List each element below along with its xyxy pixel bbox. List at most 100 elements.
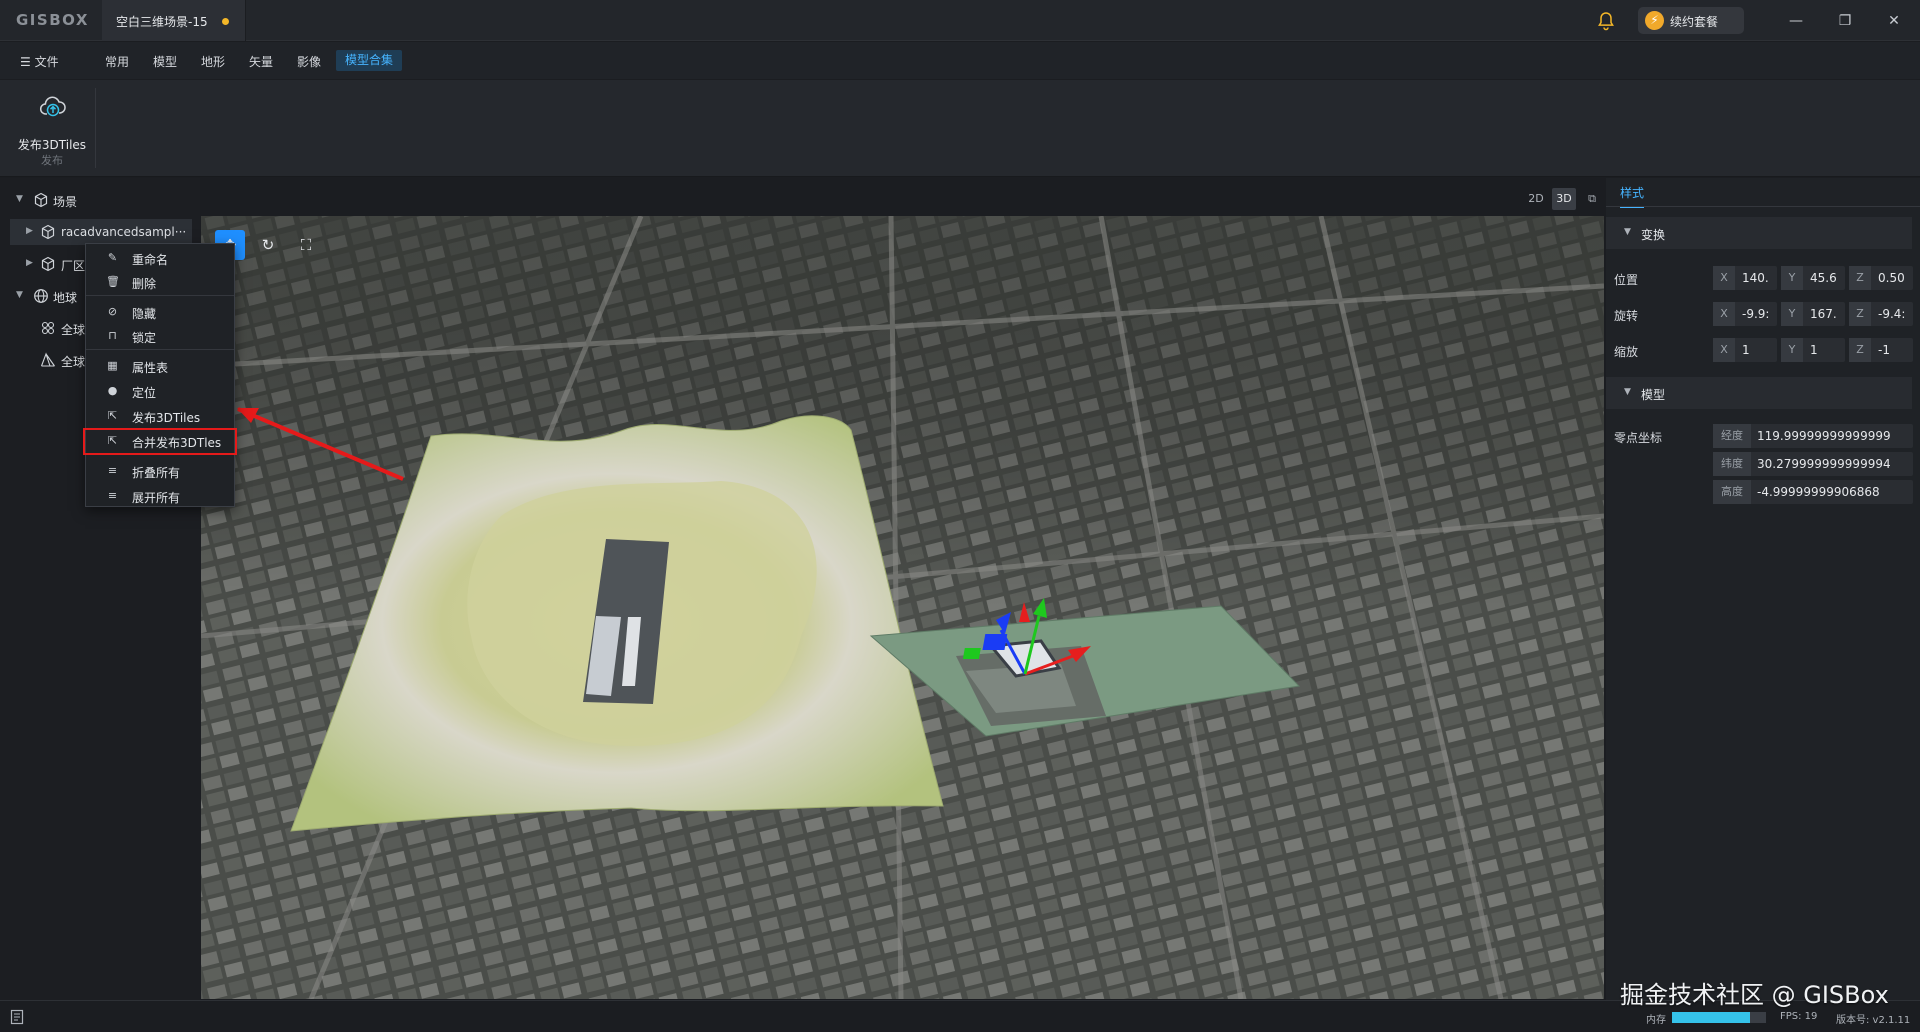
collapse-icon: ▼: [1624, 387, 1631, 397]
document-tab[interactable]: 空白三维场景-15: [102, 0, 246, 41]
hamburger-icon: ☰: [20, 55, 35, 69]
context-menu-item-lock[interactable]: ⊓ 锁定: [86, 324, 234, 348]
position-y-input[interactable]: Y 45.6: [1781, 266, 1845, 290]
memory-usage-bar: [1672, 1012, 1766, 1023]
context-menu-item-collapse-all[interactable]: ≡ 折叠所有: [86, 459, 234, 483]
watermark: 掘金技术社区 @ GISBox: [1620, 981, 1889, 1009]
longitude-input[interactable]: 经度 119.99999999999999: [1713, 424, 1913, 448]
rotation-x-input[interactable]: X -9.9:: [1713, 302, 1777, 326]
3d-viewport[interactable]: ✥ ↻ ⛶: [201, 216, 1604, 999]
lock-icon: ⊓: [108, 329, 117, 342]
rotate-tool-icon[interactable]: ↻: [253, 230, 283, 260]
location-pin-icon: ●: [107, 384, 118, 397]
altitude-input[interactable]: 高度 -4.99999999906868: [1713, 480, 1913, 504]
trash-icon: 🗑: [106, 275, 120, 288]
eye-off-icon: ⊘: [107, 305, 118, 318]
latitude-input[interactable]: 纬度 30.279999999999994: [1713, 452, 1913, 476]
context-menu-item-hide[interactable]: ⊘ 隐藏: [86, 300, 234, 324]
field-value: 167.: [1810, 307, 1837, 321]
app-logo: GISBOX: [16, 11, 89, 29]
menu-model-collection[interactable]: 模型合集: [336, 50, 403, 71]
context-menu-label: 合并发布3DTles: [132, 436, 222, 450]
ribbon-divider: [95, 88, 96, 168]
tab-style[interactable]: 样式: [1620, 184, 1645, 208]
menu-imagery[interactable]: 影像: [297, 52, 321, 72]
renew-plan-label: 续约套餐: [1670, 15, 1719, 29]
origin-coordinate-label: 零点坐标: [1614, 431, 1663, 445]
tree-item-model-racadvanced[interactable]: ▶ racadvancedsampl···: [10, 219, 192, 245]
unsaved-indicator: [222, 18, 229, 25]
menu-terrain[interactable]: 地形: [201, 52, 225, 72]
scale-y-input[interactable]: Y1: [1781, 338, 1845, 362]
field-value: 45.6: [1810, 271, 1837, 285]
publish-3dtiles-button[interactable]: 发布3DTiles: [12, 90, 92, 152]
tab-divider: [1606, 206, 1920, 207]
scale-tool-icon[interactable]: ⛶: [291, 230, 321, 260]
field-value: -9.9:: [1742, 307, 1770, 321]
scale-z-input[interactable]: Z -1: [1849, 338, 1913, 362]
context-menu-label: 折叠所有: [132, 466, 181, 480]
context-menu-item-merge-publish-3dtiles[interactable]: ⇱ 合并发布3DTles: [86, 429, 234, 453]
rotation-y-input[interactable]: Y 167.: [1781, 302, 1845, 326]
publish-3dtiles-label: 发布3DTiles: [17, 138, 87, 152]
expand-down-icon[interactable]: ▼: [16, 194, 23, 204]
split-view-icon[interactable]: ⧉: [1580, 188, 1604, 210]
context-menu-item-delete[interactable]: 🗑 删除: [86, 270, 234, 294]
cube-icon: [34, 192, 48, 208]
restore-icon[interactable]: ❐: [1833, 9, 1857, 33]
context-menu-item-publish-3dtiles[interactable]: ⇱ 发布3DTiles: [86, 404, 234, 428]
position-z-input[interactable]: Z 0.50: [1849, 266, 1913, 290]
context-menu-label: 删除: [132, 277, 157, 291]
list-icon: ≡: [107, 489, 118, 502]
notification-bell-icon[interactable]: [1595, 10, 1617, 32]
context-menu: ✎ 重命名 🗑 删除 ⊘ 隐藏 ⊓ 锁定 ▦ 属性表 ● 定位 ⇱ 发布3DTiles ⇱ 合并…: [85, 243, 235, 507]
axis-label: Z: [1849, 266, 1871, 290]
section-transform[interactable]: ▼ 变换: [1606, 217, 1912, 249]
context-menu-item-rename[interactable]: ✎ 重命名: [86, 246, 234, 270]
field-value: -1: [1878, 343, 1890, 357]
renew-plan-button[interactable]: ⚡ 续约套餐: [1638, 7, 1744, 34]
export-icon: ⇱: [107, 409, 118, 422]
context-menu-label: 发布3DTiles: [132, 411, 201, 425]
tree-item-label: 全球: [61, 355, 86, 369]
context-menu-label: 锁定: [132, 331, 157, 345]
tree-item-label: 全球: [61, 323, 86, 337]
log-icon[interactable]: [10, 1009, 24, 1025]
menu-common[interactable]: 常用: [105, 52, 129, 72]
axis-label: Y: [1781, 338, 1803, 362]
expand-right-icon[interactable]: ▶: [26, 226, 33, 236]
position-x-input[interactable]: X 140.: [1713, 266, 1777, 290]
rotation-z-input[interactable]: Z -9.4:: [1849, 302, 1913, 326]
view-mode-3d[interactable]: 3D: [1552, 188, 1576, 210]
close-icon[interactable]: ✕: [1882, 9, 1906, 33]
imagery-layer-icon: [41, 321, 55, 335]
menu-model[interactable]: 模型: [153, 52, 177, 72]
ribbon-toolbar: 发布3DTiles 发布: [0, 80, 1920, 177]
scale-x-input[interactable]: X1: [1713, 338, 1777, 362]
file-menu[interactable]: ☰ 文件: [20, 52, 59, 72]
context-menu-item-expand-all[interactable]: ≡ 展开所有: [86, 484, 234, 508]
view-mode-2d[interactable]: 2D: [1524, 188, 1548, 210]
context-menu-item-attribute-table[interactable]: ▦ 属性表: [86, 354, 234, 378]
context-menu-label: 重命名: [132, 253, 169, 267]
version-label: 版本号: v2.1.11: [1836, 1015, 1911, 1026]
tree-item-label: 厂区: [61, 259, 86, 273]
axis-label: Z: [1849, 302, 1871, 326]
expand-right-icon[interactable]: ▶: [26, 258, 33, 268]
field-value: 140.: [1742, 271, 1769, 285]
properties-panel: 样式 ▼ 变换 位置 X 140. Y 45.6 Z 0.50 旋转 X -9.9: Y…: [1606, 178, 1920, 1000]
context-menu-item-locate[interactable]: ● 定位: [86, 379, 234, 403]
context-menu-divider: [86, 349, 234, 350]
title-bar: GISBOX 空白三维场景-15 ⚡ 续约套餐 — ❐ ✕: [0, 0, 1920, 41]
expand-down-icon[interactable]: ▼: [16, 290, 23, 300]
menu-vector[interactable]: 矢量: [249, 52, 273, 72]
scale-label: 缩放: [1614, 345, 1639, 359]
field-label: 经度: [1713, 424, 1751, 448]
field-label: 高度: [1713, 480, 1751, 504]
tree-item-scene[interactable]: ▼ 场景: [0, 187, 200, 213]
context-menu-label: 定位: [132, 386, 157, 400]
minimize-icon[interactable]: —: [1784, 9, 1808, 33]
section-model[interactable]: ▼ 模型: [1606, 377, 1912, 409]
cube-icon: [41, 256, 55, 272]
field-value: -9.4:: [1878, 307, 1906, 321]
